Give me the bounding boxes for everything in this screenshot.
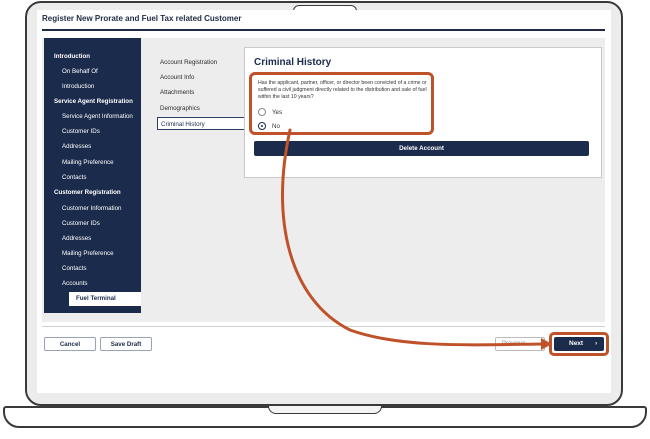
guide-arrow-path bbox=[281, 128, 546, 347]
arrow-head-icon bbox=[541, 338, 552, 350]
guide-arrow bbox=[281, 128, 552, 350]
